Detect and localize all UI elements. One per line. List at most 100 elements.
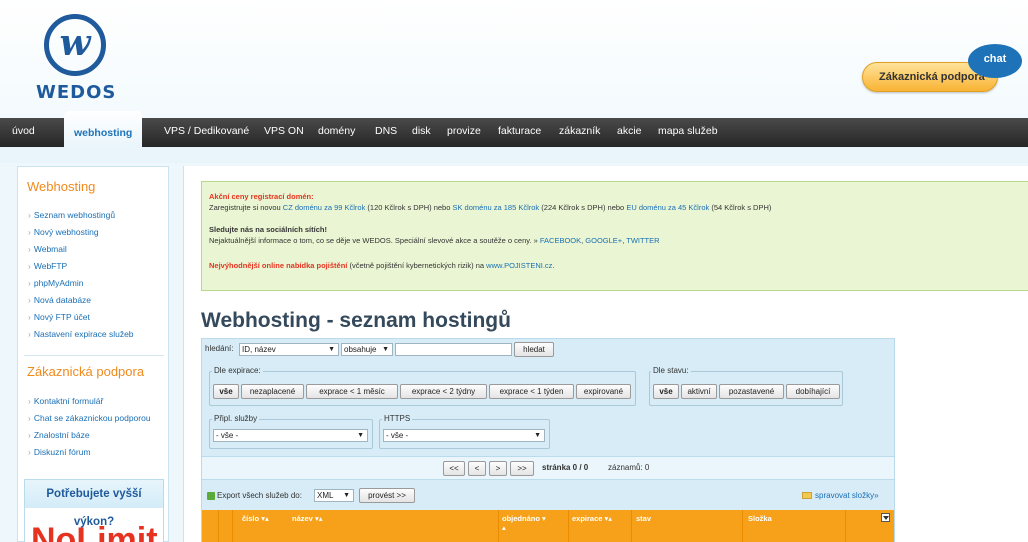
- search-label: hledání:: [205, 344, 234, 353]
- chevron-down-icon: ▼: [343, 492, 350, 499]
- column-nazev[interactable]: název ▾▴: [292, 514, 322, 523]
- column-menu-icon[interactable]: [881, 513, 890, 522]
- sidebar-item-webftp[interactable]: WebFTP: [28, 261, 67, 271]
- promo-text: (54 Kčlrok s DPH): [709, 203, 772, 212]
- expiry-month-button[interactable]: exprace < 1 měsíc: [306, 384, 398, 399]
- expiry-filter-legend: Dle expirace:: [212, 366, 263, 375]
- https-select[interactable]: - vše - ▼: [383, 429, 545, 442]
- column-objednano[interactable]: objednáno ▾ ▴: [502, 514, 546, 532]
- nav-item-akcie[interactable]: akcie: [617, 118, 642, 147]
- export-label-wrap: Export všech služeb do:: [207, 491, 302, 500]
- nav-item-provize[interactable]: provize: [447, 118, 481, 147]
- export-icon: [207, 491, 215, 500]
- nav-item-uvod[interactable]: úvod: [12, 118, 35, 147]
- services-select[interactable]: - vše - ▼: [213, 429, 368, 442]
- chevron-down-icon: ▼: [357, 432, 364, 439]
- nav-item-dns[interactable]: DNS: [375, 118, 397, 147]
- search-input[interactable]: [395, 343, 512, 356]
- sidebar-item-novy-webhosting[interactable]: Nový webhosting: [28, 227, 99, 237]
- column-label: název: [292, 514, 313, 523]
- table-header: číslo ▾▴ název ▾▴ objednáno ▾ ▴ expirace …: [202, 510, 894, 542]
- expiry-week-button[interactable]: exprace < 1 týden: [489, 384, 574, 399]
- column-divider: [232, 510, 233, 542]
- nav-item-vps-dedikovane[interactable]: VPS / Dedikované: [164, 118, 249, 147]
- services-select-value: - vše -: [216, 431, 239, 440]
- main-content: Akční ceny registrací domén: Zaregistruj…: [183, 166, 1028, 542]
- column-stav[interactable]: stav: [636, 514, 651, 523]
- performance-promo[interactable]: Potřebujete vyšší výkon? NoLimit: [24, 479, 164, 542]
- nav-item-webhosting[interactable]: webhosting: [64, 111, 143, 147]
- nav-item-vps-on[interactable]: VPS ON: [264, 118, 304, 147]
- search-field-select[interactable]: ID, název ▼: [239, 343, 339, 356]
- state-all-button[interactable]: vše: [653, 384, 679, 399]
- sidebar-item-diskuzni-forum[interactable]: Diskuzní fórum: [28, 447, 91, 457]
- column-expirace[interactable]: expirace ▾▴: [572, 514, 612, 523]
- expiry-unpaid-button[interactable]: nezaplacené: [241, 384, 304, 399]
- filter-panel: hledání: ID, název ▼ obsahuje ▼ hledat Dle…: [201, 338, 895, 542]
- nav-item-fakturace[interactable]: fakturace: [498, 118, 541, 147]
- pager-last-button[interactable]: >>: [510, 461, 534, 476]
- search-field-value: ID, název: [242, 345, 276, 354]
- expiry-expired-button[interactable]: expirované: [576, 384, 631, 399]
- column-slozka[interactable]: Složka: [748, 514, 772, 523]
- column-cislo[interactable]: číslo ▾▴: [242, 514, 269, 523]
- column-label: expirace: [572, 514, 603, 523]
- chat-bubble-button[interactable]: chat: [968, 44, 1022, 78]
- sidebar-item-chat[interactable]: Chat se zákaznickou podporou: [28, 413, 151, 423]
- chevron-down-icon: ▼: [328, 346, 335, 353]
- sort-icon[interactable]: ▾▴: [605, 514, 613, 523]
- nav-item-domeny[interactable]: domény: [318, 118, 355, 147]
- state-ending-button[interactable]: dobíhající: [786, 384, 840, 399]
- nav-item-mapa-sluzeb[interactable]: mapa služeb: [658, 118, 718, 147]
- promo-nolimit-text: NoLimit: [31, 521, 158, 542]
- wedos-logo[interactable]: w WEDOS: [36, 14, 116, 106]
- sidebar-item-webmail[interactable]: Webmail: [28, 244, 67, 254]
- column-divider: [631, 510, 632, 542]
- sidebar-support-title: Zákaznická podpora: [27, 364, 145, 379]
- search-button[interactable]: hledat: [514, 342, 554, 357]
- cz-domain-link[interactable]: CZ doménu za 99 Kčlrok: [283, 203, 366, 212]
- pojisteni-link[interactable]: www.POJISTENI.cz: [486, 261, 552, 270]
- social-line: Nejaktuálnější informace o tom, co se dě…: [209, 236, 660, 245]
- social-text: Nejaktuálnější informace o tom, co se dě…: [209, 236, 540, 245]
- sidebar-item-znalostni-baze[interactable]: Znalostní báze: [28, 430, 90, 440]
- export-run-button[interactable]: provést >>: [359, 488, 415, 503]
- sidebar-item-nova-databaze[interactable]: Nová databáze: [28, 295, 91, 305]
- pager-prev-button[interactable]: <: [468, 461, 486, 476]
- social-title: Sledujte nás na sociálních sítích!: [209, 225, 327, 234]
- expiry-two-weeks-button[interactable]: exprace < 2 týdny: [400, 384, 487, 399]
- nav-item-zakaznik[interactable]: zákazník: [559, 118, 600, 147]
- export-bar: Export všech služeb do: XML ▼ provést >> …: [202, 485, 894, 507]
- sidebar-item-kontaktni-formular[interactable]: Kontaktní formulář: [28, 396, 103, 406]
- facebook-link[interactable]: FACEBOOK: [540, 236, 581, 245]
- promo-text: (224 Kčlrok s DPH) nebo: [539, 203, 627, 212]
- sort-icon[interactable]: ▾▴: [315, 514, 323, 523]
- pager-next-button[interactable]: >: [489, 461, 507, 476]
- search-mode-select[interactable]: obsahuje ▼: [341, 343, 393, 356]
- state-suspended-button[interactable]: pozastavené: [719, 384, 784, 399]
- sort-icon[interactable]: ▾▴: [261, 514, 269, 523]
- state-active-button[interactable]: aktivní: [681, 384, 717, 399]
- twitter-link[interactable]: TWITTER: [626, 236, 659, 245]
- sidebar-item-seznam-webhostingu[interactable]: Seznam webhostingů: [28, 210, 115, 220]
- sidebar-item-nastaveni-expirace[interactable]: Nastavení expirace služeb: [28, 329, 134, 339]
- notice-box: Akční ceny registrací domén: Zaregistruj…: [201, 181, 1028, 291]
- promo-text: Zaregistrujte si novou: [209, 203, 283, 212]
- manage-folders-label: spravovat složky»: [815, 491, 879, 500]
- eu-domain-link[interactable]: EU doménu za 45 Kčlrok: [626, 203, 709, 212]
- pager-first-button[interactable]: <<: [443, 461, 465, 476]
- nav-item-disk[interactable]: disk: [412, 118, 431, 147]
- sidebar-item-phpmyadmin[interactable]: phpMyAdmin: [28, 278, 84, 288]
- sidebar-webhosting-title: Webhosting: [27, 179, 96, 194]
- sort-icon[interactable]: ▴: [502, 523, 506, 532]
- sk-domain-link[interactable]: SK doménu za 185 Kčlrok: [452, 203, 539, 212]
- sidebar-item-novy-ftp-ucet[interactable]: Nový FTP účet: [28, 312, 90, 322]
- column-label: objednáno: [502, 514, 540, 523]
- google-plus-link[interactable]: GOOGLE+: [585, 236, 622, 245]
- sort-icon[interactable]: ▾: [542, 514, 546, 523]
- export-format-select[interactable]: XML ▼: [314, 489, 354, 502]
- manage-folders-link[interactable]: spravovat složky»: [802, 491, 879, 500]
- expiry-all-button[interactable]: vše: [213, 384, 239, 399]
- pager-page-label: stránka 0 / 0: [542, 463, 589, 472]
- https-select-value: - vše -: [386, 431, 409, 440]
